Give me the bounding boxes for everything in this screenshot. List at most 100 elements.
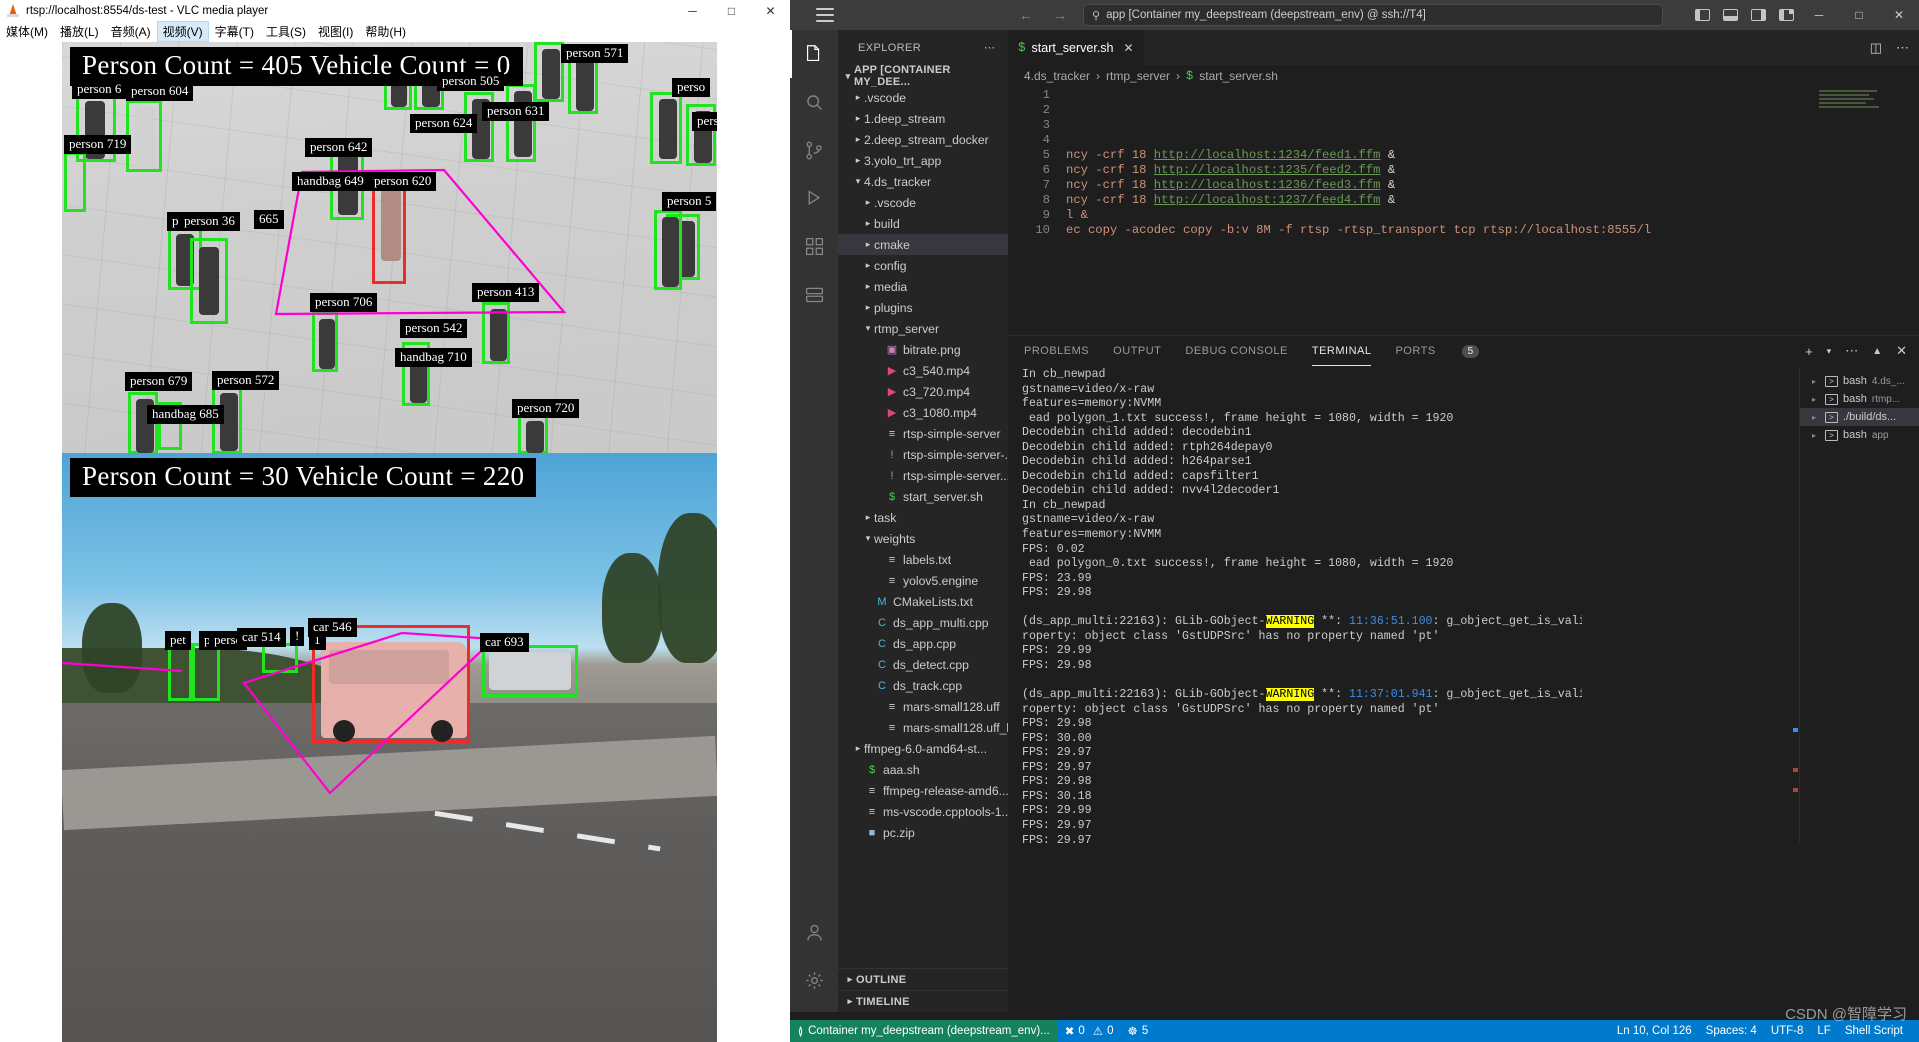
editor-tab-start-server[interactable]: $ start_server.sh ✕ — [1008, 30, 1144, 65]
explorer-item-ds-app-multi-cpp[interactable]: Cds_app_multi.cpp — [838, 612, 1008, 633]
status-ports[interactable]: ☸ 5 — [1121, 1024, 1156, 1038]
explorer-root-folder[interactable]: ▾ APP [CONTAINER MY_DEE... — [838, 64, 1008, 88]
panel-left-icon[interactable] — [1695, 9, 1710, 21]
breadcrumb-item-2[interactable]: start_server.sh — [1199, 69, 1278, 83]
maximize-panel-icon[interactable]: ▲ — [1872, 346, 1882, 357]
explorer-item-config[interactable]: ▸ config — [838, 255, 1008, 276]
explorer-item-mars-small128-uff-b-[interactable]: ≡ mars-small128.uff_b... — [838, 717, 1008, 738]
arrow-right-icon[interactable]: → — [1053, 7, 1067, 23]
vscode-maximize-button[interactable]: □ — [1839, 0, 1879, 30]
status-indentation[interactable]: Spaces: 4 — [1699, 1025, 1764, 1037]
status-problems[interactable]: ✖ 0 ⚠ 0 — [1058, 1024, 1121, 1038]
close-panel-icon[interactable]: ✕ — [1896, 343, 1907, 359]
terminal-item-bash-app[interactable]: ▸ > bash app — [1800, 426, 1919, 444]
explorer-item-media[interactable]: ▸ media — [838, 276, 1008, 297]
code-url[interactable]: http://localhost:1234/feed1.ffm — [1154, 148, 1381, 162]
explorer-item-rtsp-simple-server-[interactable]: ! rtsp-simple-server.... — [838, 465, 1008, 486]
vlc-maximize-button[interactable]: □ — [712, 0, 751, 21]
activity-source-control[interactable] — [790, 126, 838, 174]
status-eol[interactable]: LF — [1810, 1025, 1837, 1037]
explorer-item-ds-track-cpp[interactable]: Cds_track.cpp — [838, 675, 1008, 696]
explorer-item-ds-app-cpp[interactable]: Cds_app.cpp — [838, 633, 1008, 654]
explorer-item-3-yolo-trt-app[interactable]: ▸ 3.yolo_trt_app — [838, 150, 1008, 171]
explorer-item-ds-detect-cpp[interactable]: Cds_detect.cpp — [838, 654, 1008, 675]
editor-minimap[interactable] — [1819, 90, 1881, 150]
explorer-item-build[interactable]: ▸ build — [838, 213, 1008, 234]
close-icon[interactable]: ✕ — [1124, 41, 1134, 55]
tab-debug-console[interactable]: DEBUG CONSOLE — [1185, 336, 1287, 366]
split-editor-icon[interactable]: ◫ — [1870, 40, 1882, 56]
activity-extensions[interactable] — [790, 222, 838, 270]
timeline-section[interactable]: ▸ TIMELINE — [838, 990, 1008, 1012]
explorer-item-ffmpeg-6-0-amd64-st-[interactable]: ▸ ffmpeg-6.0-amd64-st... — [838, 738, 1008, 759]
panel-bottom-icon[interactable] — [1723, 9, 1738, 21]
explorer-item-1-deep-stream[interactable]: ▸ 1.deep_stream — [838, 108, 1008, 129]
more-actions-icon[interactable]: ⋯ — [1845, 343, 1858, 359]
explorer-item-weights[interactable]: ▾ weights — [838, 528, 1008, 549]
explorer-item-labels-txt[interactable]: ≡ labels.txt — [838, 549, 1008, 570]
tab-ports[interactable]: PORTS — [1395, 336, 1435, 366]
panel-right-icon[interactable] — [1751, 9, 1766, 21]
explorer-item-yolov5-engine[interactable]: ≡ yolov5.engine — [838, 570, 1008, 591]
activity-accounts[interactable] — [790, 908, 838, 956]
vlc-menu-video[interactable]: 视频(V) — [156, 21, 209, 42]
vlc-menu-playback[interactable]: 播放(L) — [54, 21, 105, 42]
activity-remote-explorer[interactable] — [790, 270, 838, 318]
code-url[interactable]: http://localhost:1235/feed2.ffm — [1154, 163, 1381, 177]
vlc-menu-media[interactable]: 媒体(M) — [0, 21, 54, 42]
explorer-item-cmake[interactable]: ▸ cmake — [838, 234, 1008, 255]
vlc-menu-subtitle[interactable]: 字幕(T) — [209, 21, 260, 42]
split-dropdown-icon[interactable]: ▾ — [1827, 346, 1832, 357]
explorer-item--vscode[interactable]: ▸ .vscode — [838, 192, 1008, 213]
explorer-item-rtsp-simple-server[interactable]: ≡ rtsp-simple-server — [838, 423, 1008, 444]
explorer-item-ms-vscode-cpptools-1-[interactable]: ≡ ms-vscode.cpptools-1... — [838, 801, 1008, 822]
explorer-item-plugins[interactable]: ▸ plugins — [838, 297, 1008, 318]
vlc-menu-view[interactable]: 视图(I) — [312, 21, 359, 42]
vlc-close-button[interactable]: ✕ — [751, 0, 790, 21]
explorer-item-mars-small128-uff[interactable]: ≡ mars-small128.uff — [838, 696, 1008, 717]
code-url[interactable]: http://localhost:1237/feed4.ffm — [1154, 193, 1381, 207]
menu-icon[interactable] — [816, 8, 834, 22]
explorer-item--vscode[interactable]: ▸ .vscode — [838, 87, 1008, 108]
explorer-item-4-ds-tracker[interactable]: ▾ 4.ds_tracker — [838, 171, 1008, 192]
terminal-output[interactable]: In cb_newpad gstname=video/x-raw feature… — [1022, 368, 1582, 843]
tab-output[interactable]: OUTPUT — [1113, 336, 1161, 366]
explorer-item-2-deep-stream-docker[interactable]: ▸ 2.deep_stream_docker — [838, 129, 1008, 150]
arrow-left-icon[interactable]: ← — [1019, 7, 1033, 23]
vlc-video-surface[interactable]: Person Count = 405 Vehicle Count = 0 per… — [62, 42, 717, 1042]
add-terminal-icon[interactable]: + — [1805, 344, 1813, 359]
vlc-menu-audio[interactable]: 音频(A) — [105, 21, 157, 42]
explorer-item-c3-1080-mp4[interactable]: ▶ c3_1080.mp4 — [838, 402, 1008, 423]
command-search-box[interactable]: ⚲ app [Container my_deepstream (deepstre… — [1083, 4, 1663, 26]
explorer-item-cmakelists-txt[interactable]: M CMakeLists.txt — [838, 591, 1008, 612]
breadcrumb-item-0[interactable]: 4.ds_tracker — [1024, 69, 1090, 83]
breadcrumb-item-1[interactable]: rtmp_server — [1106, 69, 1170, 83]
terminal-item-bash-ds[interactable]: ▸ > bash 4.ds_... — [1800, 372, 1919, 390]
more-actions-icon[interactable]: ⋯ — [1896, 40, 1909, 56]
layout-grid-icon[interactable] — [1779, 9, 1794, 21]
explorer-item-c3-540-mp4[interactable]: ▶ c3_540.mp4 — [838, 360, 1008, 381]
ellipsis-icon[interactable]: ⋯ — [984, 41, 996, 54]
tab-terminal[interactable]: TERMINAL — [1311, 336, 1372, 366]
activity-run-debug[interactable] — [790, 174, 838, 222]
explorer-item-aaa-sh[interactable]: $ aaa.sh — [838, 759, 1008, 780]
status-cursor-position[interactable]: Ln 10, Col 126 — [1610, 1025, 1699, 1037]
explorer-item-task[interactable]: ▸ task — [838, 507, 1008, 528]
vlc-menu-tools[interactable]: 工具(S) — [260, 21, 312, 42]
code-editor[interactable]: 1 2 3 4 5 ncy -crf 18 http://localhost:1234/f… — [1008, 87, 1919, 335]
activity-explorer[interactable] — [790, 30, 838, 78]
explorer-item-start-server-sh[interactable]: $ start_server.sh — [838, 486, 1008, 507]
vscode-close-button[interactable]: ✕ — [1879, 0, 1919, 30]
remote-indicator[interactable]: ≬ Container my_deepstream (deepstream_en… — [790, 1020, 1058, 1042]
status-language-mode[interactable]: Shell Script — [1838, 1025, 1919, 1037]
tab-problems[interactable]: PROBLEMS — [1024, 336, 1089, 366]
activity-settings[interactable] — [790, 956, 838, 1004]
code-url[interactable]: http://localhost:1236/feed3.ffm — [1154, 178, 1381, 192]
explorer-item-rtsp-simple-server-[interactable]: ! rtsp-simple-server-... — [838, 444, 1008, 465]
vlc-minimize-button[interactable]: ─ — [673, 0, 712, 21]
vscode-minimize-button[interactable]: ─ — [1799, 0, 1839, 30]
outline-section[interactable]: ▸ OUTLINE — [838, 968, 1008, 990]
terminal-item-build-ds[interactable]: ▸ > ./build/ds... — [1800, 408, 1919, 426]
terminal-item-bash-rtmp[interactable]: ▸ > bash rtmp... — [1800, 390, 1919, 408]
explorer-item-c3-720-mp4[interactable]: ▶ c3_720.mp4 — [838, 381, 1008, 402]
